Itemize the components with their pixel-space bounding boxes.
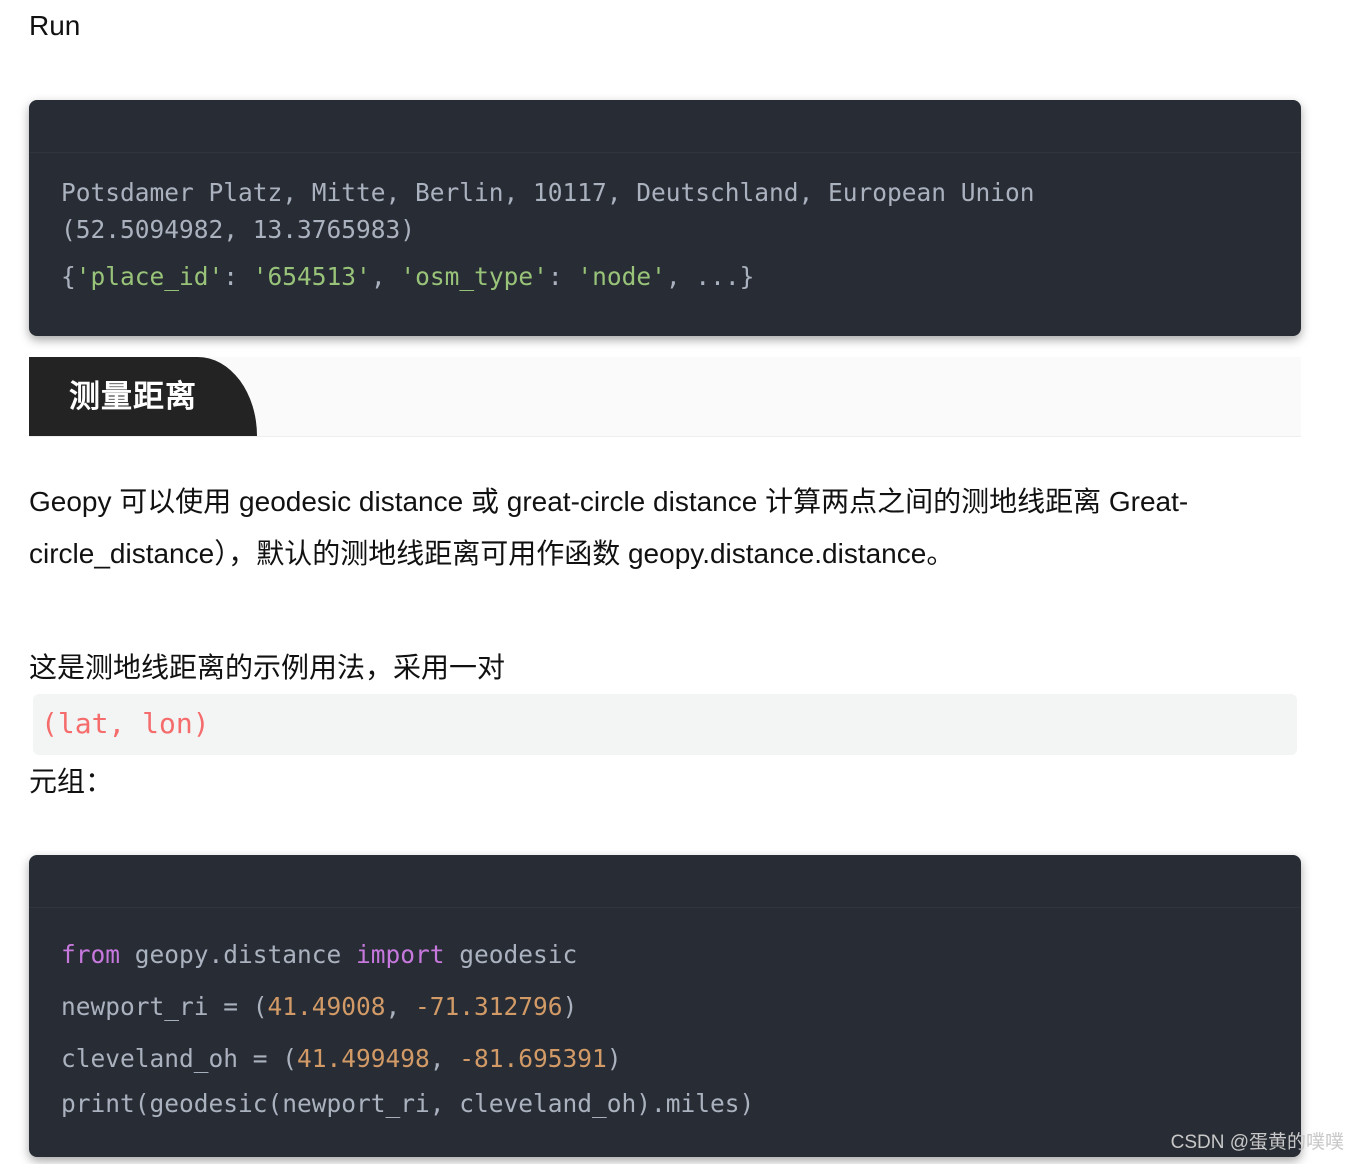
code-token: , xyxy=(429,1044,460,1073)
inline-code-text: (lat, lon) xyxy=(41,707,210,740)
code-token: Potsdamer Platz, Mitte, Berlin, 10117, D… xyxy=(61,178,1035,207)
code-block-header xyxy=(29,855,1301,908)
code-token: 'osm_type' xyxy=(400,262,548,291)
output-code-block: Potsdamer Platz, Mitte, Berlin, 10117, D… xyxy=(29,100,1301,336)
code-token: , xyxy=(370,262,401,291)
code-token: newport_ri = ( xyxy=(61,992,268,1021)
code-token: cleveland_oh = ( xyxy=(61,1044,298,1073)
watermark: CSDN @蛋黄的噗噗 xyxy=(1170,1132,1344,1153)
code-token: import xyxy=(356,940,445,969)
code-line: print(geodesic(newport_ri, cleveland_oh)… xyxy=(61,1089,754,1118)
code-token: ) xyxy=(562,992,578,1021)
code-token: , xyxy=(385,992,416,1021)
code-token: ) xyxy=(606,1044,622,1073)
inline-code: (lat, lon) xyxy=(33,694,1297,755)
code-token: 41.499498 xyxy=(297,1044,430,1073)
code-token: (52.5094982, 13.3765983) xyxy=(61,215,416,244)
code-token: '654513' xyxy=(252,262,371,291)
output-line: (52.5094982, 13.3765983) xyxy=(61,215,415,244)
code-line: cleveland_oh = (41.499498, -81.695391) xyxy=(61,1044,622,1073)
code-token: geodesic xyxy=(444,940,578,969)
code-token: -81.695391 xyxy=(459,1044,607,1073)
output-line: Potsdamer Platz, Mitte, Berlin, 10117, D… xyxy=(61,178,1035,207)
code-token: from xyxy=(61,940,121,969)
code-token: 41.49008 xyxy=(267,992,386,1021)
section-heading-title: 测量距离 xyxy=(69,379,197,414)
output-line: {'place_id': '654513', 'osm_type': 'node… xyxy=(61,262,754,291)
intro-paragraph: Geopy 可以使用 geodesic distance 或 great-cir… xyxy=(29,486,1189,569)
python-code-block: from geopy.distance import geodesic newp… xyxy=(29,855,1301,1157)
code-token: 'node' xyxy=(577,262,666,291)
code-token: 'place_id' xyxy=(75,262,224,291)
code-line: from geopy.distance import geodesic xyxy=(61,940,577,969)
code-token: : xyxy=(547,262,578,291)
example-tail-paragraph: 元组： xyxy=(29,766,114,797)
example-lead-paragraph: 这是测地线距离的示例用法，采用一对 xyxy=(29,652,506,683)
code-token: , ...} xyxy=(665,262,755,291)
section-heading: 测量距离 xyxy=(29,357,1301,437)
code-token: print(geodesic(newport_ri, cleveland_oh)… xyxy=(61,1089,755,1118)
code-token: : xyxy=(223,262,253,291)
code-token: geopy.distance xyxy=(120,940,357,969)
code-token: -71.312796 xyxy=(415,992,563,1021)
code-line: newport_ri = (41.49008, -71.312796) xyxy=(61,992,577,1021)
code-token: { xyxy=(61,262,76,291)
code-block-header xyxy=(29,100,1301,153)
run-label: Run xyxy=(29,10,81,41)
